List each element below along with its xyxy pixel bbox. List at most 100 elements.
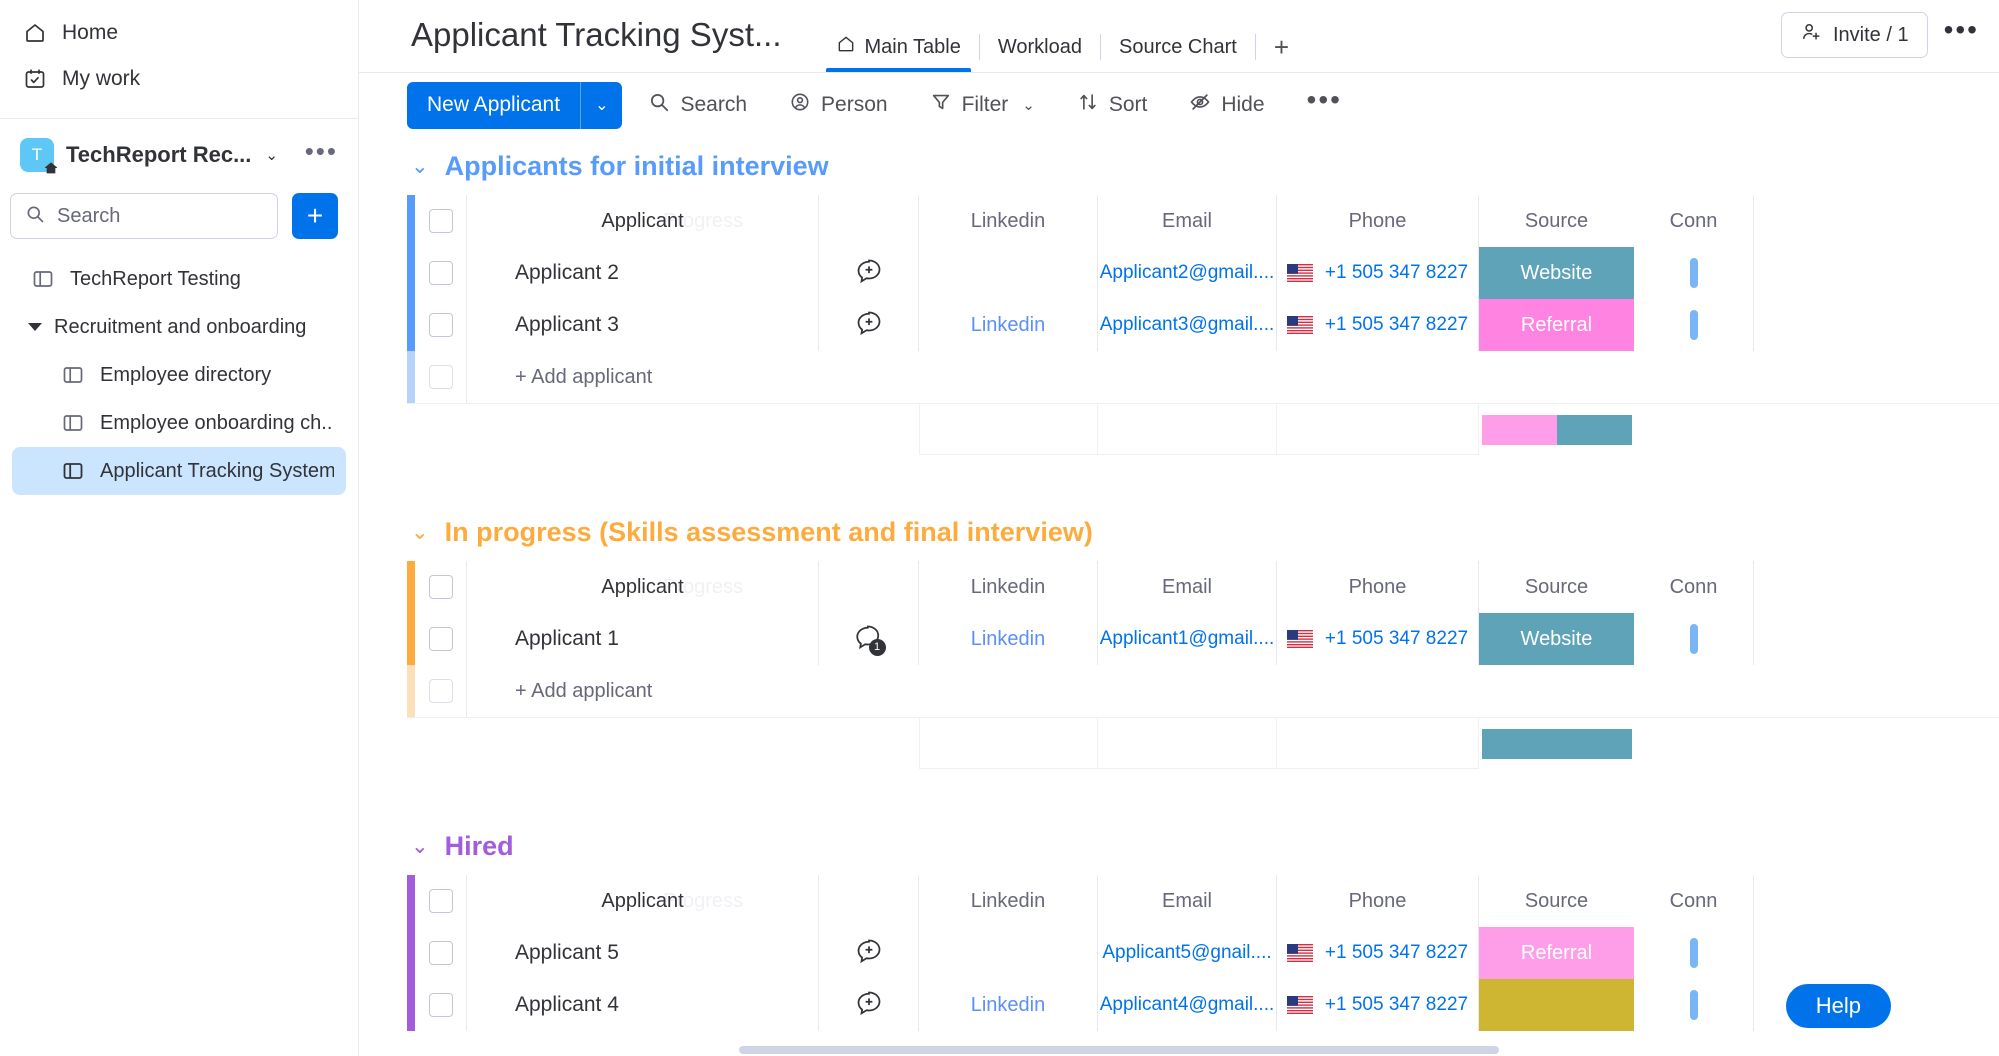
checkbox[interactable]	[428, 679, 453, 703]
column-header-phone[interactable]: Phone	[1277, 561, 1479, 613]
row-checkbox-cell[interactable]	[415, 927, 467, 979]
email-link[interactable]: Applicant5@gnail....	[1102, 942, 1271, 964]
chat-add-icon[interactable]	[854, 308, 884, 343]
workspace-selector[interactable]: T TechReport Rec... ⌄ •••	[0, 125, 358, 185]
select-all-cell[interactable]	[415, 875, 467, 927]
group-header[interactable]: ⌄ In progress (Skills assessment and fin…	[359, 503, 1999, 561]
sort-button[interactable]: Sort	[1061, 82, 1164, 129]
cell-source[interactable]: Referral	[1479, 299, 1634, 351]
help-button[interactable]: Help	[1785, 984, 1891, 1028]
toolbar-more-button[interactable]: •••	[1291, 86, 1358, 115]
checkbox[interactable]	[428, 627, 453, 651]
cell-phone[interactable]: +1 505 347 8227	[1277, 979, 1479, 1031]
row-checkbox-cell[interactable]	[415, 351, 467, 403]
row-checkbox-cell[interactable]	[415, 979, 467, 1031]
checkbox[interactable]	[428, 575, 453, 599]
invite-button[interactable]: Invite / 1	[1780, 12, 1928, 58]
cell-connect[interactable]	[1634, 299, 1754, 351]
add-applicant-row[interactable]: + Add applicant	[407, 351, 1999, 403]
checkbox[interactable]	[428, 889, 453, 913]
checkbox[interactable]	[428, 941, 453, 965]
cell-source[interactable]: Website	[1479, 613, 1634, 665]
cell-linkedin[interactable]: Linkedin	[919, 299, 1098, 351]
column-header-connect[interactable]: Conn	[1634, 561, 1754, 613]
source-status-badge[interactable]	[1479, 979, 1634, 1031]
cell-email[interactable]: Applicant2@gmail....	[1098, 247, 1277, 299]
column-header-phone[interactable]: Phone	[1277, 195, 1479, 247]
source-status-badge[interactable]: Website	[1479, 613, 1634, 665]
cell-phone[interactable]: +1 505 347 8227	[1277, 299, 1479, 351]
cell-email[interactable]: Applicant4@gmail....	[1098, 979, 1277, 1031]
row-checkbox-cell[interactable]	[415, 247, 467, 299]
search-input[interactable]: Search	[10, 193, 278, 239]
table-row[interactable]: Applicant 1 1 Linkedin Applicant1@gmail.…	[407, 613, 1999, 665]
chevron-down-icon[interactable]: ⌄	[581, 82, 622, 129]
column-header-phone[interactable]: Phone	[1277, 875, 1479, 927]
source-status-badge[interactable]: Referral	[1479, 927, 1634, 979]
cell-chat[interactable]	[819, 247, 919, 299]
cell-connect[interactable]	[1634, 927, 1754, 979]
new-applicant-button[interactable]: New Applicant ⌄	[407, 81, 623, 129]
filter-button[interactable]: Filter ⌄	[914, 82, 1051, 129]
scrollbar-thumb[interactable]	[739, 1046, 1499, 1054]
group-header[interactable]: ⌄ Hired	[359, 817, 1999, 875]
cell-chat[interactable]	[819, 299, 919, 351]
search-button[interactable]: Search	[632, 82, 763, 129]
row-checkbox-cell[interactable]	[415, 665, 467, 717]
cell-phone[interactable]: +1 505 347 8227	[1277, 927, 1479, 979]
summary-source[interactable]	[1479, 404, 1634, 455]
email-link[interactable]: Applicant2@gmail....	[1100, 262, 1275, 284]
cell-linkedin[interactable]: Linkedin	[919, 979, 1098, 1031]
cell-linkedin[interactable]: Linkedin	[919, 613, 1098, 665]
cell-chat[interactable]	[819, 927, 919, 979]
column-header-source[interactable]: Source	[1479, 561, 1634, 613]
column-header-linkedin[interactable]: Linkedin	[919, 561, 1098, 613]
cell-connect[interactable]	[1634, 247, 1754, 299]
chat-add-icon[interactable]	[854, 988, 884, 1023]
email-link[interactable]: Applicant4@gmail....	[1100, 994, 1275, 1016]
column-header-connect[interactable]: Conn	[1634, 875, 1754, 927]
sidebar-item-employee-onboarding[interactable]: Employee onboarding ch...	[12, 399, 346, 447]
checkbox[interactable]	[428, 365, 453, 389]
column-header-source[interactable]: Source	[1479, 875, 1634, 927]
column-header-linkedin[interactable]: Linkedin	[919, 875, 1098, 927]
table-row[interactable]: Applicant 5 Applicant5@gnail.... +1 505 …	[407, 927, 1999, 979]
cell-source[interactable]: Website	[1479, 247, 1634, 299]
checkbox[interactable]	[428, 993, 453, 1017]
cell-phone[interactable]: +1 505 347 8227	[1277, 613, 1479, 665]
add-board-button[interactable]: +	[292, 193, 338, 239]
sidebar-group-recruitment-and-onboarding[interactable]: Recruitment and onboarding	[12, 303, 346, 351]
table-row[interactable]: Applicant 4 Linkedin Applicant4@gmail...…	[407, 979, 1999, 1031]
cell-linkedin[interactable]	[919, 247, 1098, 299]
select-all-cell[interactable]	[415, 561, 467, 613]
linkedin-link[interactable]: Linkedin	[971, 994, 1046, 1017]
cell-connect[interactable]	[1634, 979, 1754, 1031]
cell-email[interactable]: Applicant1@gmail....	[1098, 613, 1277, 665]
chevron-down-icon[interactable]: ⌄	[411, 834, 429, 859]
cell-applicant[interactable]: Applicant 4	[467, 979, 819, 1031]
chat-count-icon[interactable]: 1	[854, 622, 886, 657]
column-header-applicant[interactable]: ct Progress k to relevant software Appli…	[467, 875, 819, 927]
column-header-linkedin[interactable]: Linkedin	[919, 195, 1098, 247]
tab-workload[interactable]: Workload	[980, 22, 1100, 72]
email-link[interactable]: Applicant3@gmail....	[1100, 314, 1275, 336]
cell-email[interactable]: Applicant3@gmail....	[1098, 299, 1277, 351]
sidebar-item-applicant-tracking-system[interactable]: Applicant Tracking System	[12, 447, 346, 495]
column-header-applicant[interactable]: ct Progress k to relevant software Appli…	[467, 195, 819, 247]
board-content[interactable]: ⌄ Applicants for initial interview ct Pr…	[359, 137, 1999, 1056]
chevron-down-icon[interactable]: ⌄	[411, 520, 429, 545]
cell-email[interactable]: Applicant5@gnail....	[1098, 927, 1277, 979]
cell-phone[interactable]: +1 505 347 8227	[1277, 247, 1479, 299]
column-header-applicant[interactable]: ct Progress k to relevant software Appli…	[467, 561, 819, 613]
source-status-badge[interactable]: Referral	[1479, 299, 1634, 351]
board-more-button[interactable]: •••	[1944, 16, 1979, 46]
tab-source-chart[interactable]: Source Chart	[1101, 22, 1255, 72]
email-link[interactable]: Applicant1@gmail....	[1100, 628, 1275, 650]
cell-applicant[interactable]: Applicant 3	[467, 299, 819, 351]
select-all-cell[interactable]	[415, 195, 467, 247]
summary-source[interactable]	[1479, 718, 1634, 769]
cell-applicant[interactable]: Applicant 2	[467, 247, 819, 299]
add-applicant-label-cell[interactable]: + Add applicant	[467, 351, 819, 403]
cell-applicant[interactable]: Applicant 5	[467, 927, 819, 979]
column-header-email[interactable]: Email	[1098, 875, 1277, 927]
